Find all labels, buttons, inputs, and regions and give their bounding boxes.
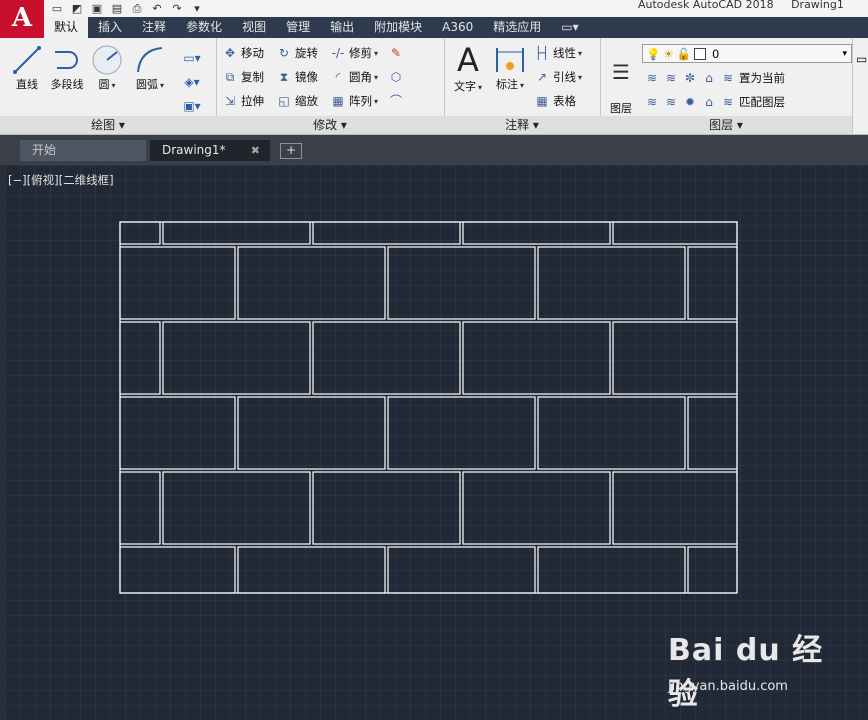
brick — [119, 221, 161, 245]
brick — [119, 246, 236, 320]
brick — [312, 221, 461, 245]
brick — [162, 321, 311, 395]
brick — [119, 471, 161, 545]
brick — [612, 471, 738, 545]
watermark-brand: Bai du 经验 — [668, 633, 824, 712]
brick — [312, 321, 461, 395]
brick — [312, 471, 461, 545]
brick — [687, 546, 738, 594]
brick — [237, 396, 386, 470]
brick — [387, 246, 536, 320]
brick — [119, 546, 236, 594]
brick — [687, 246, 738, 320]
brick — [119, 321, 161, 395]
baidu-watermark: Bai du 经验 jingyan.baidu.com — [668, 625, 828, 712]
wall-outline — [119, 221, 738, 594]
brick — [537, 546, 686, 594]
brick — [387, 546, 536, 594]
brick — [537, 396, 686, 470]
brick — [687, 396, 738, 470]
brick — [237, 546, 386, 594]
brick — [119, 396, 236, 470]
brick — [612, 321, 738, 395]
watermark-url: jingyan.baidu.com — [668, 679, 788, 694]
brick — [162, 471, 311, 545]
brick — [462, 471, 611, 545]
brick-wall-drawing — [119, 221, 738, 594]
brick — [462, 321, 611, 395]
brick — [237, 246, 386, 320]
brick — [387, 396, 536, 470]
brick — [162, 221, 311, 245]
brick — [612, 221, 738, 245]
brick — [462, 221, 611, 245]
brick — [537, 246, 686, 320]
